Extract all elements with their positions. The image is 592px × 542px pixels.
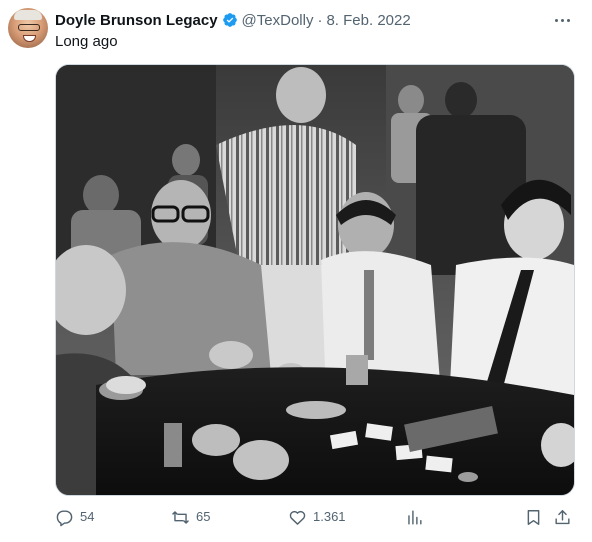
tweet-date[interactable]: 8. Feb. 2022 (326, 12, 410, 29)
avatar-glasses (18, 24, 40, 31)
avatar-hair (14, 10, 42, 20)
bookmark-button[interactable] (524, 506, 549, 528)
tweet-header: Doyle Brunson Legacy @TexDolly · 8. Feb.… (55, 10, 552, 30)
poker-table-photo (56, 65, 574, 495)
avatar[interactable] (8, 8, 48, 48)
header-separator: · (317, 11, 323, 29)
tweet-actions: 54 65 1.361 (55, 506, 575, 528)
more-dot (566, 18, 570, 22)
bookmark-icon (527, 509, 540, 525)
author-name[interactable]: Doyle Brunson Legacy (55, 12, 218, 29)
retweet-icon (172, 510, 189, 524)
like-count: 1.361 (313, 509, 346, 524)
author-handle[interactable]: @TexDolly (242, 12, 314, 29)
reply-count: 54 (80, 509, 95, 524)
tweet-photo[interactable] (55, 64, 575, 496)
verified-badge-icon[interactable] (222, 12, 238, 28)
share-button[interactable] (553, 506, 578, 528)
more-icon[interactable] (552, 12, 572, 28)
reply-icon (56, 509, 73, 526)
heart-icon (289, 510, 306, 525)
views-button[interactable] (405, 506, 430, 528)
reply-button[interactable]: 54 (55, 506, 94, 528)
share-icon (555, 509, 570, 524)
like-button[interactable]: 1.361 (288, 506, 346, 528)
more-dot (560, 18, 564, 22)
retweet-count: 65 (196, 509, 211, 524)
tweet-text: Long ago (55, 33, 118, 50)
retweet-button[interactable]: 65 (171, 506, 210, 528)
more-dot (554, 18, 558, 22)
avatar-mouth (23, 35, 36, 42)
views-icon (408, 509, 422, 525)
